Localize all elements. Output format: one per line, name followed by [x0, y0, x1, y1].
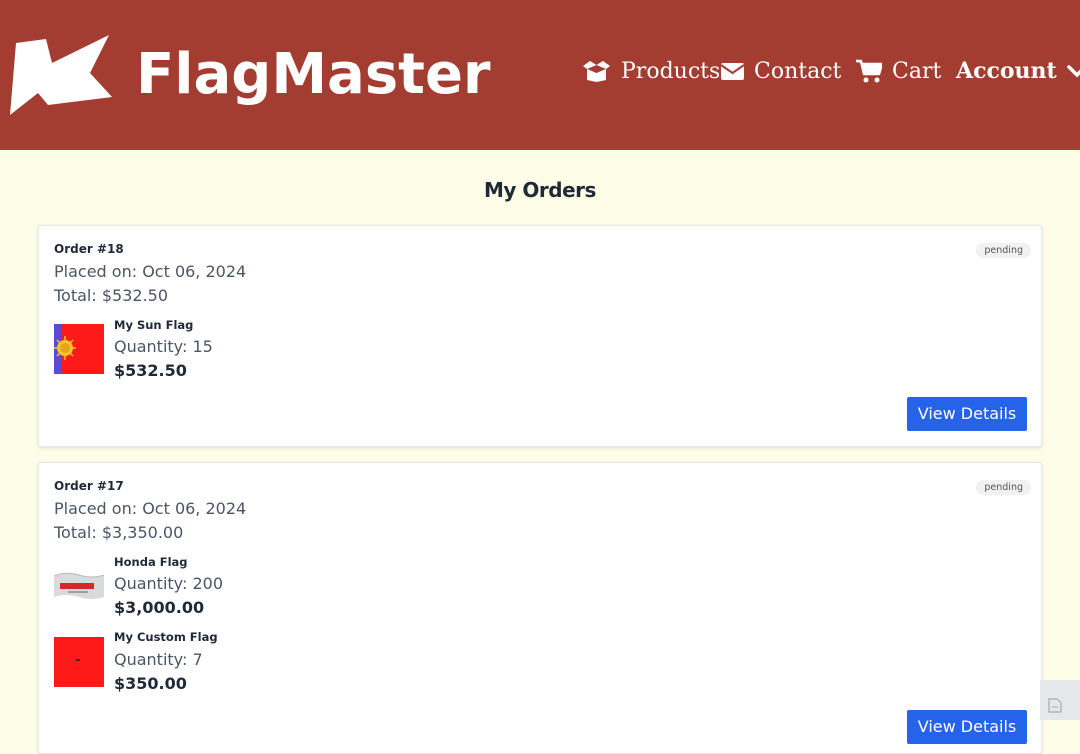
order-date: Placed on: Oct 06, 2024 [54, 499, 247, 518]
item-quantity: Quantity: 15 [114, 337, 213, 356]
order-number: Order #17 [54, 479, 124, 493]
brand-name[interactable]: FlagMaster [136, 40, 491, 110]
view-details-button[interactable]: View Details [907, 397, 1027, 431]
order-card: Order #17 pending Placed on: Oct 06, 202… [38, 462, 1042, 754]
nav-contact[interactable]: Contact [721, 56, 841, 86]
item-name[interactable]: Honda Flag [114, 555, 188, 569]
nav-cart[interactable]: Cart [856, 56, 941, 86]
sun-flag-thumbnail[interactable] [54, 324, 104, 374]
item-name[interactable]: My Sun Flag [114, 318, 193, 332]
status-badge: pending [976, 480, 1031, 495]
nav-cart-label: Cart [892, 58, 942, 84]
flag-logo-icon[interactable] [10, 35, 114, 115]
item-price: $3,000.00 [114, 598, 205, 617]
custom-flag-thumbnail[interactable] [54, 637, 104, 687]
nav-products-label: Products [621, 58, 721, 84]
item-name[interactable]: My Custom Flag [114, 630, 218, 644]
order-card: Order #18 pending Placed on: Oct 06, 202… [38, 225, 1042, 447]
nav-contact-label: Contact [754, 58, 842, 84]
floating-document-button[interactable] [1040, 680, 1080, 720]
item-price: $532.50 [114, 361, 187, 380]
item-quantity: Quantity: 200 [114, 574, 223, 593]
view-details-button[interactable]: View Details [907, 710, 1027, 744]
chevron-down-icon [1066, 65, 1080, 78]
status-badge: pending [976, 243, 1031, 258]
nav-account[interactable]: Account [956, 56, 1080, 86]
site-header: FlagMaster Products Contact Cart Account [0, 0, 1080, 150]
order-total: Total: $532.50 [54, 286, 169, 305]
order-total: Total: $3,350.00 [54, 523, 184, 542]
nav-products[interactable]: Products [582, 56, 720, 86]
cart-icon [856, 59, 882, 83]
nav-account-label: Account [956, 58, 1057, 84]
envelope-icon [721, 63, 744, 80]
document-icon [1048, 698, 1062, 713]
order-number: Order #18 [54, 242, 124, 256]
box-open-icon [583, 61, 610, 82]
order-date: Placed on: Oct 06, 2024 [54, 262, 247, 281]
page-title: My Orders [484, 178, 596, 202]
honda-flag-thumbnail[interactable] [54, 561, 104, 611]
item-quantity: Quantity: 7 [114, 650, 203, 669]
item-price: $350.00 [114, 674, 187, 693]
